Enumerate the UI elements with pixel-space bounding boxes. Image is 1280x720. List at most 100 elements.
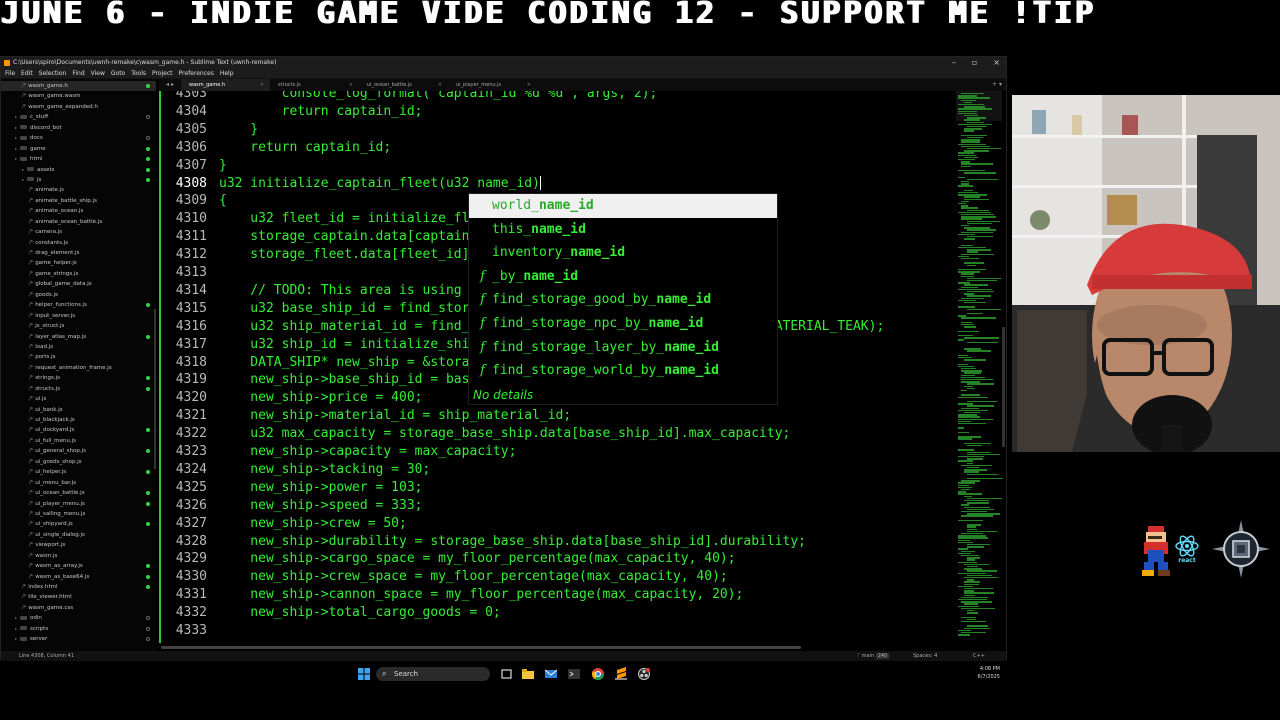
sidebar-file[interactable]: /* strings.js — [1, 373, 156, 383]
code-line[interactable]: 4303 console_log_format("captain_id %d %… — [161, 91, 658, 103]
sidebar-folder[interactable]: ▸ js — [1, 175, 156, 185]
sidebar-file[interactable]: /* ui_blackjack.js — [1, 415, 156, 425]
tab-menu-icon[interactable]: + ▾ — [992, 79, 1002, 91]
tab-close-icon[interactable]: × — [260, 79, 264, 91]
sidebar-file[interactable]: /* js_struct.js — [1, 321, 156, 331]
tab-close-icon[interactable]: × — [527, 79, 531, 91]
sidebar-file[interactable]: /* viewport.js — [1, 540, 156, 550]
menu-view[interactable]: View — [91, 69, 105, 78]
minimize-button[interactable]: – — [952, 57, 956, 69]
sidebar-folder[interactable]: ▸ docs — [1, 133, 156, 143]
sidebar-folder[interactable]: ▸ c_stuff — [1, 112, 156, 122]
code-line[interactable]: 4309 { — [161, 192, 227, 210]
code-line[interactable]: 4322 u32 max_capacity = storage_base_shi… — [161, 425, 791, 443]
maximize-button[interactable]: ▫ — [972, 57, 977, 69]
sidebar-file[interactable]: /* index.html — [1, 582, 156, 592]
git-branch[interactable]: ᚴ main 240 — [857, 651, 890, 661]
tab-close-icon[interactable]: × — [349, 79, 353, 91]
code-line[interactable]: 4324 new_ship->tacking = 30; — [161, 461, 431, 479]
sidebar-file[interactable]: /* tile_viewer.html — [1, 592, 156, 602]
sidebar-file[interactable]: /* input_server.js — [1, 311, 156, 321]
minimap[interactable] — [956, 91, 1004, 643]
code-line[interactable]: 4321 new_ship->material_id = ship_materi… — [161, 407, 572, 425]
sidebar-file[interactable]: /* ui_general_shop.js — [1, 446, 156, 456]
autocomplete-item[interactable]: f find_storage_good_by_ name_id — [469, 288, 777, 312]
code-line[interactable]: 4332 new_ship->total_cargo_goods = 0; — [161, 604, 501, 622]
sidebar-file[interactable]: /* ui_full_menu.js — [1, 436, 156, 446]
code-line[interactable]: 4313 — [161, 264, 219, 282]
sidebar-file[interactable]: /* wasm_as_base64.js — [1, 572, 156, 582]
autocomplete-item[interactable]: f _by_ name_id — [469, 265, 777, 289]
sidebar-file[interactable]: /* request_animation_frame.js — [1, 363, 156, 373]
tab-wasm-game-h[interactable]: wasm_game.h × — [181, 79, 270, 91]
sidebar-folder[interactable]: ▸ odin — [1, 613, 156, 623]
sidebar-file[interactable]: /* load.js — [1, 342, 156, 352]
menu-project[interactable]: Project — [152, 69, 173, 78]
sidebar-file[interactable]: /* structs.js — [1, 384, 156, 394]
autocomplete-item[interactable]: inventory_ name_id — [469, 241, 777, 265]
sidebar-file[interactable]: /* ui_menu_bar.js — [1, 478, 156, 488]
code-line[interactable]: 4310 u32 fleet_id = initialize_fleet(); — [161, 210, 517, 228]
sidebar-file[interactable]: /* wasm_as_array.js — [1, 561, 156, 571]
sublime-taskbar-icon[interactable] — [615, 667, 627, 680]
code-line[interactable]: 4320 new_ship->price = 400; — [161, 389, 423, 407]
sidebar-file[interactable]: /* ui_single_dialog.js — [1, 530, 156, 540]
sidebar-file[interactable]: /* wasm_game.css — [1, 603, 156, 613]
code-line[interactable]: 4333 — [161, 622, 219, 640]
sidebar-scrollbar[interactable] — [154, 309, 156, 469]
sidebar-file[interactable]: /* ui_dockyard.js — [1, 425, 156, 435]
tab-close-icon[interactable]: × — [438, 79, 442, 91]
code-line[interactable]: 4317 u32 ship_id = initialize_ship(); — [161, 336, 501, 354]
code-line[interactable]: 4330 new_ship->crew_space = my_floor_per… — [161, 568, 728, 586]
sidebar-file[interactable]: /* ui_shipyard.js — [1, 519, 156, 529]
menu-file[interactable]: File — [5, 69, 15, 78]
sidebar-file[interactable]: /* camera.js — [1, 227, 156, 237]
sidebar-file[interactable]: /* goods.js — [1, 290, 156, 300]
tab-ui-player-menu-js[interactable]: ui_player_menu.js × — [448, 79, 537, 91]
sidebar-file[interactable]: /* game_helper.js — [1, 258, 156, 268]
menu-selection[interactable]: Selection — [39, 69, 67, 78]
sidebar-folder[interactable]: ▸ assets — [1, 165, 156, 175]
sidebar-folder[interactable]: ▸ discord_bot — [1, 123, 156, 133]
menu-find[interactable]: Find — [72, 69, 84, 78]
autocomplete-item[interactable]: this_ name_id — [469, 218, 777, 242]
autocomplete-item[interactable]: f find_storage_npc_by_ name_id — [469, 312, 777, 336]
terminal-icon[interactable] — [568, 668, 580, 680]
sidebar-file[interactable]: /* drag_element.js — [1, 248, 156, 258]
sidebar-file[interactable]: /* animate_ocean_battle.js — [1, 217, 156, 227]
sidebar-file[interactable]: /* ui.js — [1, 394, 156, 404]
code-line[interactable]: 4314 // TODO: This area is using — [161, 282, 462, 300]
code-line[interactable]: 4327 new_ship->crew = 50; — [161, 515, 407, 533]
code-line[interactable]: 4331 new_ship->cannon_space = my_floor_p… — [161, 586, 744, 604]
sidebar-file[interactable]: /* ui_player_menu.js — [1, 499, 156, 509]
task-view-icon[interactable] — [500, 668, 512, 680]
syntax-setting[interactable]: C++ — [973, 651, 985, 661]
sidebar-file[interactable]: /* animate.js — [1, 185, 156, 195]
sidebar-file[interactable]: /* wasm_game.h — [1, 81, 156, 92]
code-line[interactable]: 4329 new_ship->cargo_space = my_floor_pe… — [161, 550, 736, 568]
sidebar-folder[interactable]: ▸ html — [1, 154, 156, 164]
sidebar-file[interactable]: /* ports.js — [1, 352, 156, 362]
code-line[interactable]: 4325 new_ship->power = 103; — [161, 479, 423, 497]
sidebar-file[interactable]: /* global_game_data.js — [1, 279, 156, 289]
sidebar-file[interactable]: /* animate_ocean.js — [1, 206, 156, 216]
sidebar-file[interactable]: /* animate_battle_ship.js — [1, 196, 156, 206]
autocomplete-item[interactable]: world_ name_id — [469, 194, 777, 218]
code-line[interactable]: 4323 new_ship->capacity = max_capacity; — [161, 443, 517, 461]
code-line[interactable]: 4328 new_ship->durability = storage_base… — [161, 533, 806, 551]
sidebar-file[interactable]: /* helper_functions.js — [1, 300, 156, 310]
sidebar-file[interactable]: /* wasm_game_expanded.h — [1, 102, 156, 112]
sidebar-file[interactable]: /* wasm.js — [1, 551, 156, 561]
sidebar-folder[interactable]: ▸ server — [1, 634, 156, 644]
menu-help[interactable]: Help — [220, 69, 234, 78]
menu-preferences[interactable]: Preferences — [179, 69, 214, 78]
taskbar-clock[interactable]: 4:08 PM 6/7/2025 — [960, 665, 1000, 681]
sidebar-file[interactable]: /* ui_goods_shop.js — [1, 457, 156, 467]
obs-icon[interactable] — [638, 668, 650, 680]
sidebar-file[interactable]: /* constants.js — [1, 238, 156, 248]
menu-edit[interactable]: Edit — [21, 69, 33, 78]
code-line[interactable]: 4304 return captain_id; — [161, 103, 423, 121]
tab-ui-ocean-battle-js[interactable]: ui_ocean_battle.js × — [359, 79, 448, 91]
sidebar-file[interactable]: /* game_strings.js — [1, 269, 156, 279]
menu-tools[interactable]: Tools — [131, 69, 146, 78]
